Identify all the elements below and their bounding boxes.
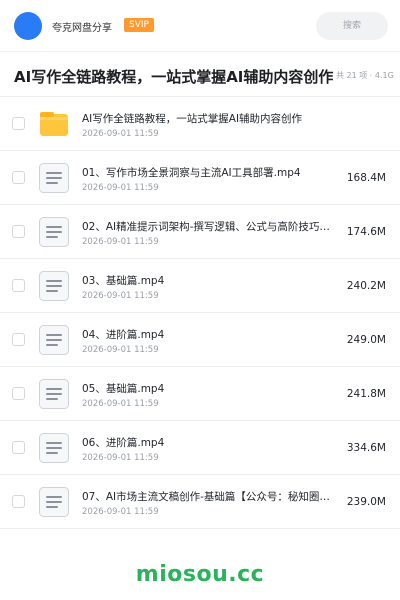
select-checkbox[interactable]: [12, 441, 25, 454]
list-item[interactable]: 04、进阶篇.mp4 2026-09-01 11:59 249.0M: [0, 313, 400, 367]
select-checkbox[interactable]: [12, 387, 25, 400]
file-date: 2026-09-01 11:59: [82, 183, 159, 193]
select-checkbox[interactable]: [12, 333, 25, 346]
select-checkbox[interactable]: [12, 279, 25, 292]
item-count-size: 共 21 项 · 4.1G: [336, 71, 394, 80]
file-name[interactable]: AI写作全链路教程，一站式掌握AI辅助内容创作: [82, 112, 340, 126]
file-date: 2026-09-01 11:59: [82, 453, 159, 463]
file-name[interactable]: 01、写作市场全景洞察与主流AI工具部署.mp4: [82, 166, 340, 180]
list-item[interactable]: 01、写作市场全景洞察与主流AI工具部署.mp4 2026-09-01 11:59…: [0, 151, 400, 205]
list-item[interactable]: 02、AI精准提示词架构-撰写逻辑、公式与高阶技巧… 2026-09-01 11:…: [0, 205, 400, 259]
select-checkbox[interactable]: [12, 117, 25, 130]
document-icon: [38, 432, 70, 464]
file-date: 2026-09-01 11:59: [82, 345, 159, 355]
file-size: 241.8M: [346, 388, 386, 400]
file-date: 2026-09-01 11:59: [82, 399, 159, 409]
list-item[interactable]: 06、进阶篇.mp4 2026-09-01 11:59 334.6M: [0, 421, 400, 475]
select-checkbox[interactable]: [12, 171, 25, 184]
file-date: 2026-09-01 11:59: [82, 237, 159, 247]
file-name[interactable]: 02、AI精准提示词架构-撰写逻辑、公式与高阶技巧…: [82, 220, 340, 234]
file-name[interactable]: 06、进阶篇.mp4: [82, 436, 340, 450]
watermark: miosou.cc: [135, 562, 265, 587]
file-name[interactable]: 03、基础篇.mp4: [82, 274, 340, 288]
document-icon: [38, 324, 70, 356]
list-item[interactable]: AI写作全链路教程，一站式掌握AI辅助内容创作 2026-09-01 11:59: [0, 97, 400, 151]
list-item[interactable]: 07、AI市场主流文稿创作-基础篇【公众号：秘知圈… 2026-09-01 11:…: [0, 475, 400, 529]
folder-icon: [38, 108, 70, 140]
share-name: 夸克网盘分享: [52, 23, 112, 34]
page-title: AI写作全链路教程，一站式掌握AI辅助内容创作: [14, 68, 334, 86]
header: 夸克网盘分享 SVIP 搜索: [0, 0, 400, 52]
file-size: 174.6M: [346, 226, 386, 238]
document-icon: [38, 486, 70, 518]
file-size: 334.6M: [346, 442, 386, 454]
file-size: 249.0M: [346, 334, 386, 346]
avatar[interactable]: [14, 12, 42, 40]
select-checkbox[interactable]: [12, 495, 25, 508]
file-name[interactable]: 04、进阶篇.mp4: [82, 328, 340, 342]
file-size: 239.0M: [346, 496, 386, 508]
file-date: 2026-09-01 11:59: [82, 129, 159, 139]
list-item[interactable]: 05、基础篇.mp4 2026-09-01 11:59 241.8M: [0, 367, 400, 421]
search-input[interactable]: 搜索: [316, 12, 388, 40]
file-date: 2026-09-01 11:59: [82, 291, 159, 301]
file-name[interactable]: 05、基础篇.mp4: [82, 382, 340, 396]
svip-badge: SVIP: [124, 18, 154, 32]
document-icon: [38, 216, 70, 248]
file-size: 168.4M: [346, 172, 386, 184]
list-item[interactable]: 03、基础篇.mp4 2026-09-01 11:59 240.2M: [0, 259, 400, 313]
file-size: 240.2M: [346, 280, 386, 292]
document-icon: [38, 162, 70, 194]
document-icon: [38, 378, 70, 410]
file-name[interactable]: 07、AI市场主流文稿创作-基础篇【公众号：秘知圈…: [82, 490, 340, 504]
file-date: 2026-09-01 11:59: [82, 507, 159, 517]
file-list: AI写作全链路教程，一站式掌握AI辅助内容创作 2026-09-01 11:59 0…: [0, 97, 400, 529]
document-icon: [38, 270, 70, 302]
select-checkbox[interactable]: [12, 225, 25, 238]
